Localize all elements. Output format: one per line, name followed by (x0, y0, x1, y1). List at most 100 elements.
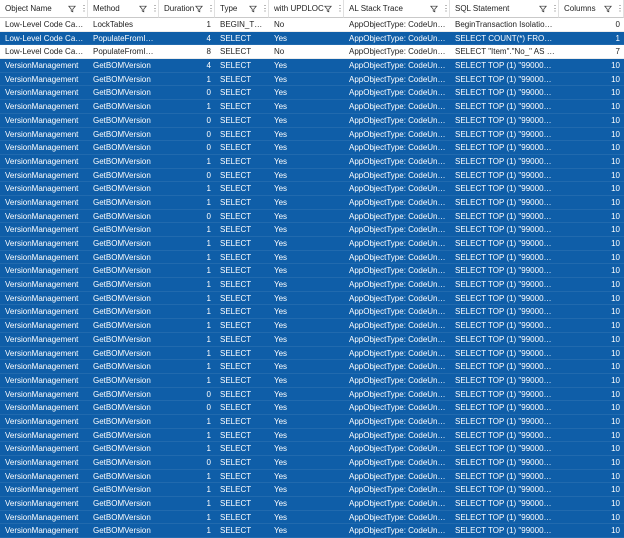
table-cell[interactable]: GetBOMVersion (88, 59, 159, 73)
table-cell[interactable]: SELECT "Item"."No_" AS "No_","It... (450, 45, 559, 60)
table-cell[interactable]: GetBOMVersion (88, 428, 159, 443)
table-cell[interactable]: AppObjectType: CodeUnit App... (344, 387, 450, 402)
table-cell[interactable]: GetBOMVersion (88, 373, 159, 388)
table-cell[interactable]: Low-Level Code Calculator (0, 45, 88, 60)
table-cell[interactable]: AppObjectType: CodeUnit App... (344, 100, 450, 114)
table-cell[interactable]: VersionManagement (0, 414, 88, 429)
table-cell[interactable]: SELECT (215, 223, 269, 237)
table-cell[interactable]: AppObjectType: CodeUnit App... (344, 223, 450, 237)
table-cell[interactable]: SELECT TOP (1) "99000779"."tim... (450, 319, 559, 333)
column-header-object-name[interactable]: Object Name ⋮ (0, 0, 88, 18)
table-cell[interactable]: 1 (159, 154, 215, 169)
table-cell[interactable]: SELECT (215, 168, 269, 183)
table-cell[interactable]: 1 (159, 250, 215, 265)
table-cell[interactable]: AppObjectType: CodeUnit App... (344, 442, 450, 456)
table-cell[interactable]: AppObjectType: CodeUnit App... (344, 305, 450, 320)
table-cell[interactable]: AppObjectType: CodeUnit App... (344, 141, 450, 155)
table-cell[interactable]: 10 (559, 456, 624, 470)
table-cell[interactable]: VersionManagement (0, 305, 88, 320)
table-cell[interactable]: 10 (559, 223, 624, 237)
table-cell[interactable]: 0 (159, 113, 215, 128)
table-cell[interactable]: SELECT (215, 127, 269, 142)
table-cell[interactable]: SELECT TOP (1) "99000779"."tim... (450, 469, 559, 484)
table-cell[interactable]: VersionManagement (0, 250, 88, 265)
table-cell[interactable]: Yes (269, 168, 344, 183)
table-cell[interactable]: 1 (159, 264, 215, 279)
table-cell[interactable]: 10 (559, 154, 624, 169)
table-cell[interactable]: SELECT TOP (1) "99000779"."tim... (450, 237, 559, 251)
table-cell[interactable]: GetBOMVersion (88, 141, 159, 155)
table-cell[interactable]: Yes (269, 154, 344, 169)
table-cell[interactable]: SELECT TOP (1) "99000779"."tim... (450, 127, 559, 142)
table-cell[interactable]: AppObjectType: CodeUnit App... (344, 346, 450, 361)
table-cell[interactable]: SELECT TOP (1) "99000779"."tim... (450, 182, 559, 196)
table-cell[interactable]: 1 (159, 72, 215, 87)
table-cell[interactable]: 10 (559, 469, 624, 484)
table-cell[interactable]: 0 (159, 141, 215, 155)
table-cell[interactable]: SELECT TOP (1) "99000779"."tim... (450, 360, 559, 374)
table-cell[interactable]: SELECT (215, 31, 269, 46)
table-cell[interactable]: Yes (269, 305, 344, 320)
filter-icon[interactable] (195, 5, 203, 13)
table-cell[interactable]: Yes (269, 250, 344, 265)
table-cell[interactable]: SELECT (215, 72, 269, 87)
table-cell[interactable]: 10 (559, 442, 624, 456)
filter-icon[interactable] (249, 5, 257, 13)
column-options-icon[interactable]: ⋮ (80, 4, 87, 13)
table-cell[interactable]: VersionManagement (0, 278, 88, 292)
table-cell[interactable]: BEGIN_TRANS (215, 18, 269, 32)
table-cell[interactable]: 10 (559, 497, 624, 511)
table-cell[interactable]: SELECT TOP (1) "99000779"."tim... (450, 72, 559, 87)
table-cell[interactable]: SELECT (215, 59, 269, 73)
table-cell[interactable]: GetBOMVersion (88, 360, 159, 374)
table-cell[interactable]: SELECT (215, 373, 269, 388)
table-cell[interactable]: 1 (159, 428, 215, 443)
table-cell[interactable]: Yes (269, 524, 344, 538)
filter-icon[interactable] (139, 5, 147, 13)
table-cell[interactable]: VersionManagement (0, 100, 88, 114)
table-cell[interactable]: AppObjectType: CodeUnit App... (344, 428, 450, 443)
table-cell[interactable]: Yes (269, 195, 344, 210)
table-cell[interactable]: SELECT TOP (1) "99000779"."tim... (450, 195, 559, 210)
table-cell[interactable]: Yes (269, 360, 344, 374)
table-cell[interactable]: SELECT (215, 469, 269, 484)
table-cell[interactable]: AppObjectType: CodeUnit App... (344, 291, 450, 306)
table-cell[interactable]: AppObjectType: CodeUnit App... (344, 332, 450, 347)
table-cell[interactable]: AppObjectType: CodeUnit App... (344, 456, 450, 470)
table-cell[interactable]: GetBOMVersion (88, 113, 159, 128)
table-cell[interactable]: SELECT (215, 195, 269, 210)
filter-icon[interactable] (324, 5, 332, 13)
table-cell[interactable]: SELECT (215, 510, 269, 525)
table-cell[interactable]: VersionManagement (0, 319, 88, 333)
table-cell[interactable]: SELECT TOP (1) "99000779"."tim... (450, 524, 559, 538)
table-cell[interactable]: SELECT TOP (1) "99000779"."tim... (450, 154, 559, 169)
table-cell[interactable]: GetBOMVersion (88, 497, 159, 511)
table-cell[interactable]: SELECT TOP (1) "99000779"."tim... (450, 209, 559, 224)
table-cell[interactable]: SELECT (215, 497, 269, 511)
table-cell[interactable]: SELECT (215, 209, 269, 224)
table-cell[interactable]: GetBOMVersion (88, 209, 159, 224)
table-cell[interactable]: SELECT TOP (1) "99000779"."tim... (450, 264, 559, 279)
table-cell[interactable]: SELECT (215, 319, 269, 333)
table-cell[interactable]: VersionManagement (0, 154, 88, 169)
table-cell[interactable]: 1 (159, 223, 215, 237)
table-cell[interactable]: BeginTransaction IsolationLevel=... (450, 18, 559, 32)
table-cell[interactable]: SELECT TOP (1) "99000779"."tim... (450, 414, 559, 429)
table-cell[interactable]: 10 (559, 387, 624, 402)
table-cell[interactable]: 0 (159, 387, 215, 402)
table-cell[interactable]: AppObjectType: CodeUnit App... (344, 195, 450, 210)
table-cell[interactable]: 10 (559, 483, 624, 498)
table-cell[interactable]: GetBOMVersion (88, 237, 159, 251)
table-cell[interactable]: SELECT (215, 305, 269, 320)
table-cell[interactable]: Low-Level Code Calculator (0, 18, 88, 32)
table-cell[interactable]: VersionManagement (0, 524, 88, 538)
table-cell[interactable]: AppObjectType: CodeUnit App... (344, 45, 450, 60)
table-cell[interactable]: 0 (159, 209, 215, 224)
table-cell[interactable]: Yes (269, 483, 344, 498)
table-cell[interactable]: AppObjectType: CodeUnit App... (344, 168, 450, 183)
table-cell[interactable]: SELECT TOP (1) "99000779"."tim... (450, 86, 559, 101)
column-options-icon[interactable]: ⋮ (261, 4, 268, 13)
table-cell[interactable]: VersionManagement (0, 264, 88, 279)
table-cell[interactable]: GetBOMVersion (88, 127, 159, 142)
table-cell[interactable]: AppObjectType: CodeUnit App... (344, 510, 450, 525)
